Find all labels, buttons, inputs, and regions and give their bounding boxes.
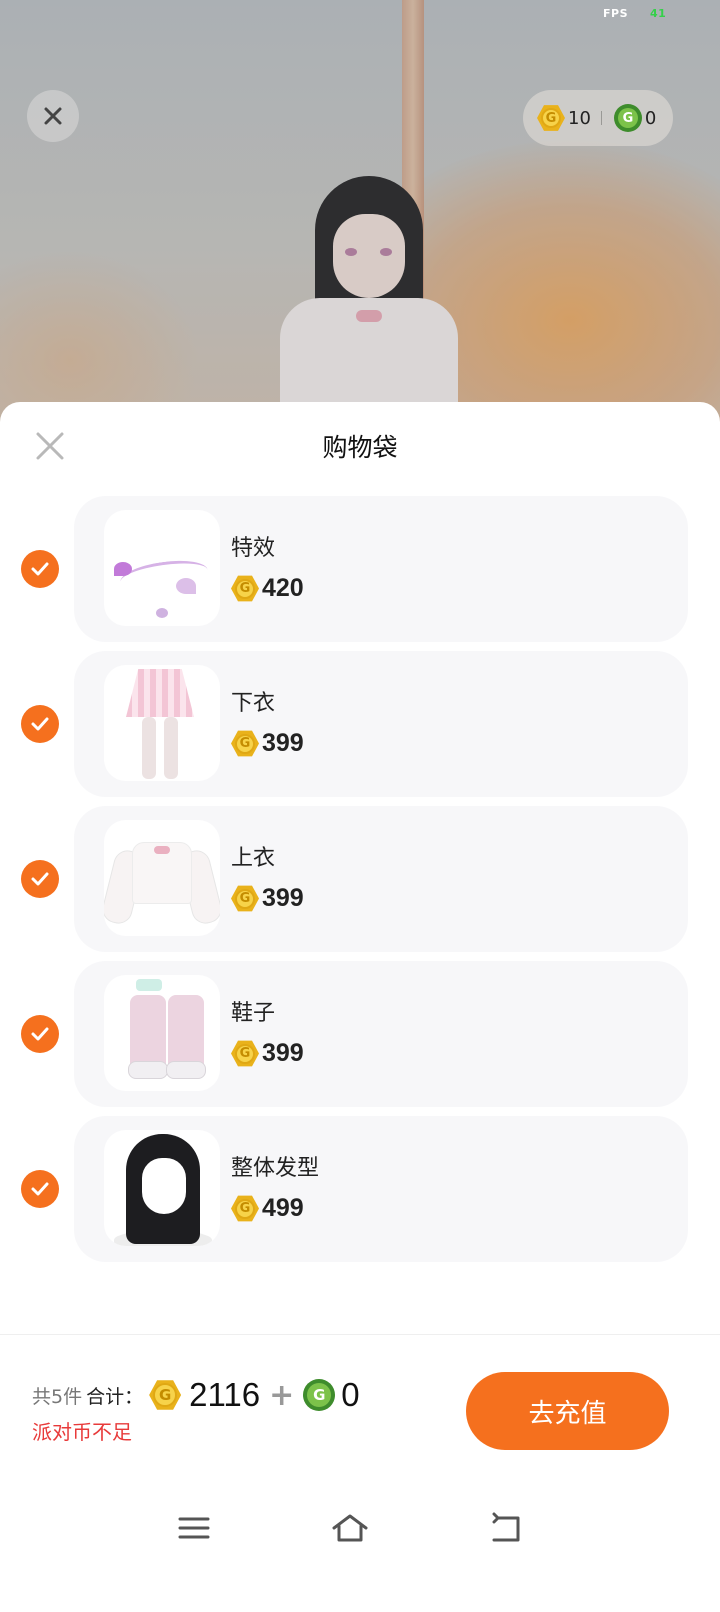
gold-coin-icon: G	[231, 1195, 259, 1222]
currency-balance[interactable]: G 10 G 0	[523, 90, 673, 146]
gold-coin-icon: G	[231, 885, 259, 912]
back-icon	[492, 1512, 520, 1542]
item-name: 整体发型	[231, 1156, 320, 1181]
check-icon	[31, 562, 49, 576]
system-nav-bar	[0, 1490, 720, 1570]
item-thumbnail	[104, 975, 220, 1091]
menu-button[interactable]	[172, 1506, 216, 1550]
list-item[interactable]: 整体发型 G 499	[0, 1116, 720, 1262]
item-card[interactable]: 下衣 G 399	[74, 651, 688, 797]
plus-sign: +	[269, 1377, 295, 1413]
close-icon	[44, 107, 62, 125]
item-thumbnail	[104, 510, 220, 626]
item-thumbnail	[104, 820, 220, 936]
sheet-title: 购物袋	[322, 433, 398, 462]
item-price: G 399	[231, 729, 304, 758]
list-item[interactable]: 上衣 G 399	[0, 806, 720, 952]
gold-balance: 10	[568, 107, 591, 129]
footer-divider	[0, 1334, 720, 1335]
check-icon	[31, 717, 49, 731]
item-count: 共5件	[32, 1385, 83, 1408]
gold-coin-icon: G	[149, 1380, 182, 1410]
item-price: G 420	[231, 574, 304, 603]
item-checkbox[interactable]	[21, 860, 59, 898]
menu-icon	[178, 1517, 210, 1539]
gold-coin-icon: G	[231, 730, 259, 757]
avatar-scene	[0, 0, 720, 440]
fps-counter: FPS 41	[603, 7, 666, 20]
close-scene-button[interactable]	[27, 90, 79, 142]
check-icon	[31, 1182, 49, 1196]
check-icon	[31, 872, 49, 886]
green-balance: 0	[644, 107, 657, 129]
item-card[interactable]: 整体发型 G 499	[74, 1116, 688, 1262]
order-summary: 共5件 合计： G 2116 + G 0 派对币不足	[32, 1376, 360, 1445]
gold-coin-icon: G	[231, 575, 259, 602]
item-checkbox[interactable]	[21, 550, 59, 588]
gold-total: 2116	[189, 1376, 261, 1413]
fps-value: 41	[650, 7, 667, 20]
home-button[interactable]	[328, 1506, 372, 1550]
item-checkbox[interactable]	[21, 1015, 59, 1053]
recharge-button[interactable]: 去充值	[466, 1372, 669, 1450]
item-price: G 399	[231, 884, 304, 913]
balance-divider	[600, 111, 602, 125]
home-icon	[332, 1514, 368, 1542]
insufficient-funds-warning: 派对币不足	[32, 1420, 132, 1444]
item-name: 上衣	[231, 846, 276, 871]
list-item[interactable]: 鞋子 G 399	[0, 961, 720, 1107]
item-price: G 499	[231, 1194, 304, 1223]
green-coin-icon: G	[613, 104, 642, 132]
item-card[interactable]: 特效 G 420	[74, 496, 688, 642]
list-item[interactable]: 特效 G 420	[0, 496, 720, 642]
list-item[interactable]: 下衣 G 399	[0, 651, 720, 797]
item-name: 特效	[231, 536, 276, 561]
item-price: G 399	[231, 1039, 304, 1068]
item-card[interactable]: 上衣 G 399	[74, 806, 688, 952]
back-button[interactable]	[484, 1506, 528, 1550]
item-checkbox[interactable]	[21, 705, 59, 743]
item-checkbox[interactable]	[21, 1170, 59, 1208]
gold-coin-icon: G	[537, 105, 565, 131]
check-icon	[31, 1027, 49, 1041]
gold-coin-icon: G	[231, 1040, 259, 1067]
green-total: 0	[341, 1376, 360, 1413]
item-name: 下衣	[231, 691, 276, 716]
fps-label: FPS	[603, 7, 628, 20]
green-coin-icon: G	[303, 1379, 336, 1411]
item-name: 鞋子	[231, 1001, 276, 1026]
item-thumbnail	[104, 1130, 220, 1246]
item-thumbnail	[104, 665, 220, 781]
total-label: 合计：	[86, 1385, 144, 1408]
item-card[interactable]: 鞋子 G 399	[74, 961, 688, 1107]
